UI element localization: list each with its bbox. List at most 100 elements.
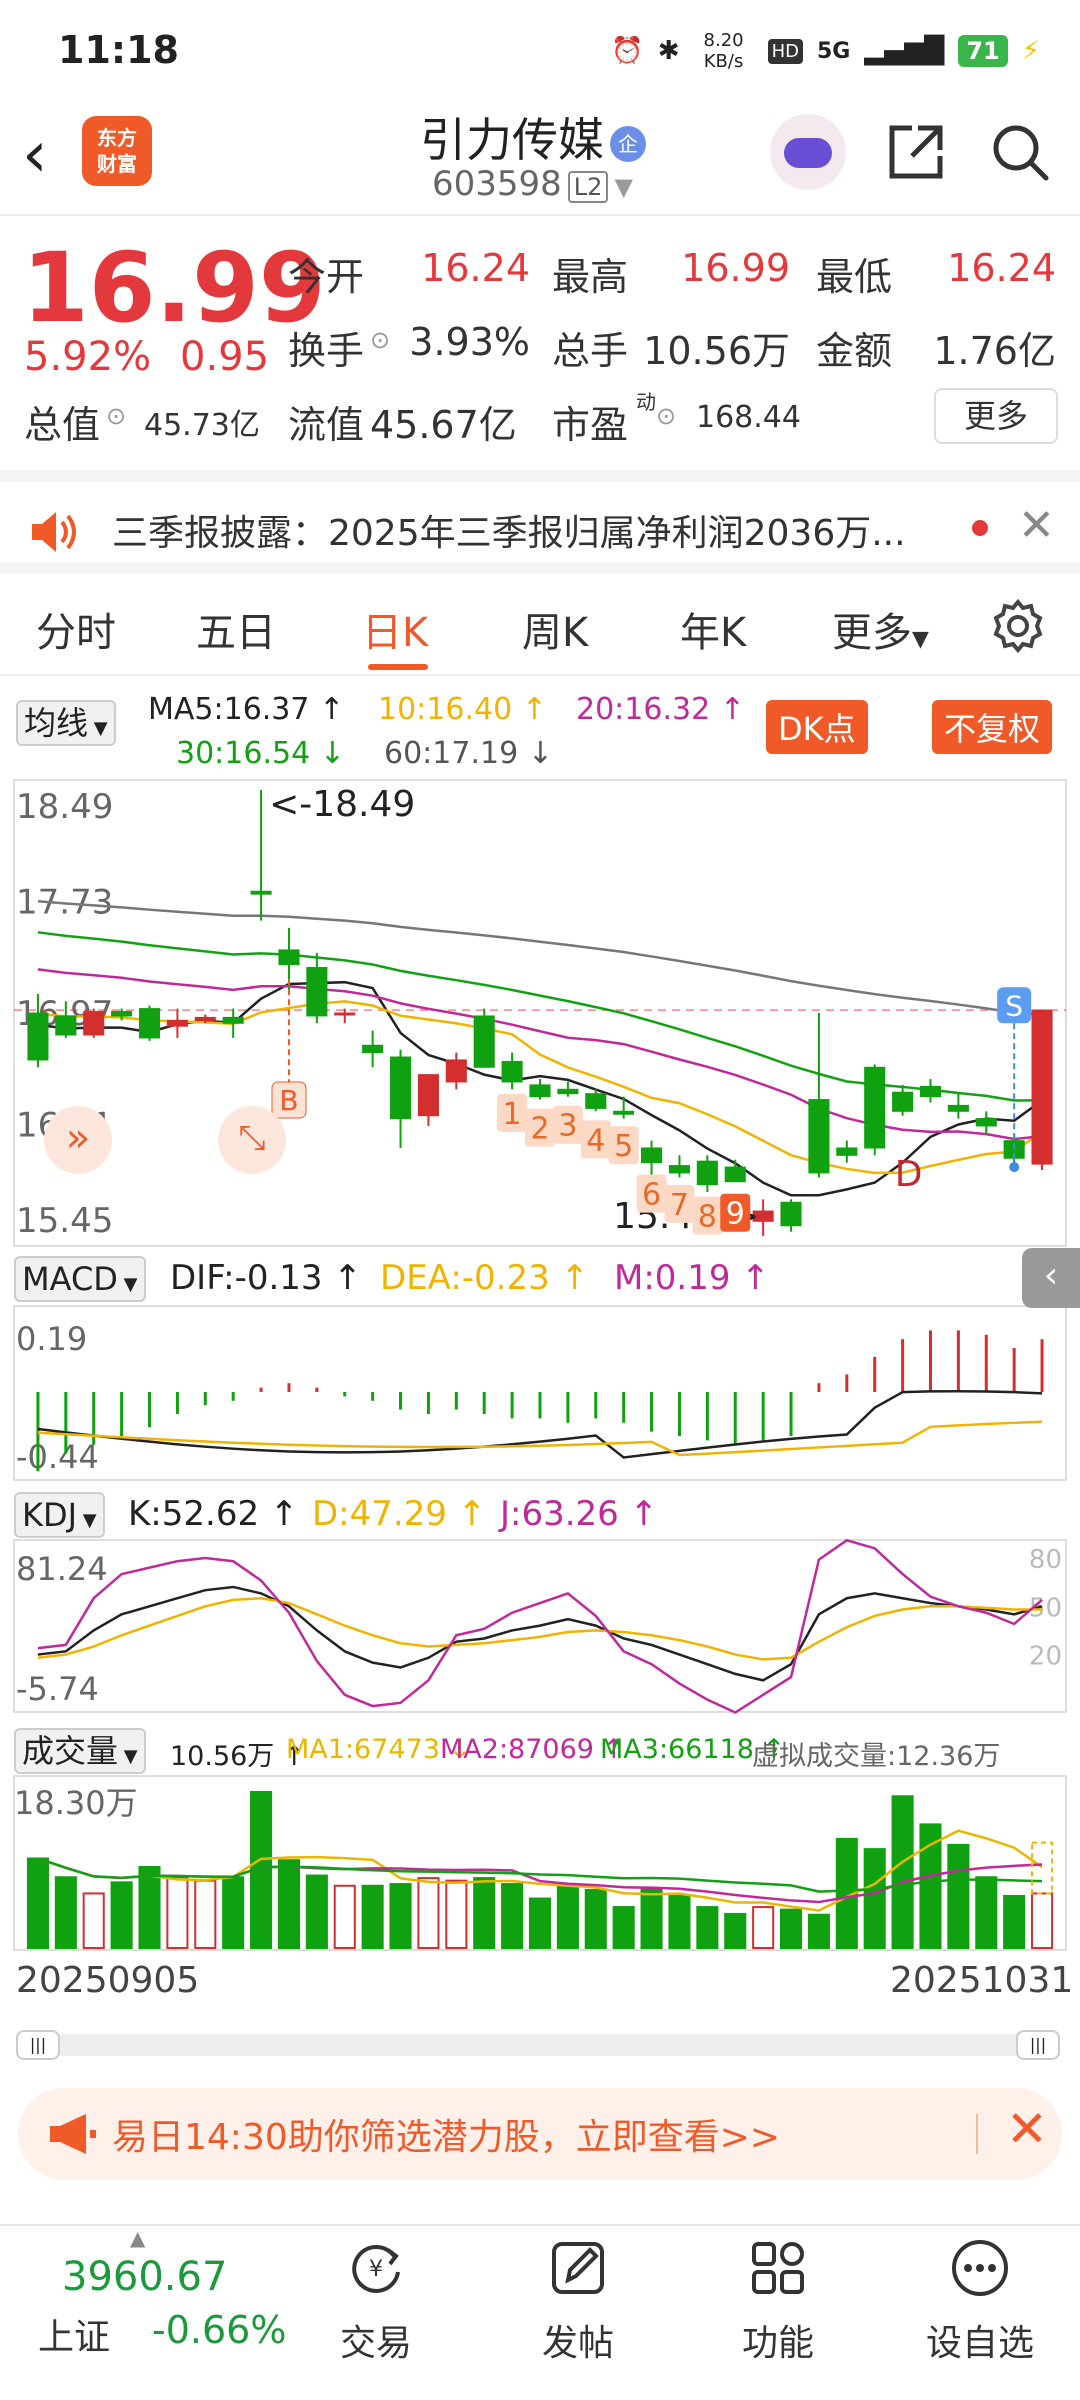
volume-bar — [584, 1889, 607, 1950]
macd-axis-top: 0.19 — [16, 1320, 87, 1358]
candle-body — [389, 1056, 412, 1120]
nav-post-label: 发帖 — [541, 2323, 614, 2364]
kdj-axis-top: 81.24 — [16, 1550, 108, 1588]
status-bar: 11:18 ⏰ ✱ 8.20 KB/s HD 5G ▂▄▆█ 71 ⚡ — [0, 0, 1080, 96]
range-handle-right[interactable]: ||| — [1016, 2030, 1060, 2060]
candle-body — [724, 1166, 746, 1183]
amount-label: 金额 — [816, 329, 893, 373]
enterprise-badge: 企 — [610, 125, 646, 162]
promo-divider — [976, 2114, 978, 2154]
volume-bar — [110, 1881, 133, 1949]
speaker-icon — [32, 512, 76, 552]
candle-body — [222, 1016, 244, 1024]
candle-body — [445, 1059, 467, 1083]
tab-daily-k[interactable]: 日K — [362, 600, 428, 658]
tab-intraday[interactable]: 分时 — [36, 600, 116, 658]
info-icon[interactable]: ⊙ — [370, 326, 390, 354]
volume-selector[interactable]: 成交量 ▼ — [14, 1728, 146, 1774]
virtual-volume-box — [1031, 1841, 1054, 1895]
turnover-value: 3.93% — [409, 320, 530, 364]
gear-icon[interactable] — [990, 598, 1046, 654]
volume-bar — [361, 1884, 384, 1950]
volume-ma3-line — [37, 1857, 1043, 1893]
index-value[interactable]: 3960.67 — [62, 2254, 227, 2300]
tab-more[interactable]: 更多▼ — [832, 600, 929, 658]
nav-watchlist-label: 设自选 — [925, 2323, 1034, 2364]
td-count-label: 6 — [642, 1178, 661, 1213]
edit-icon — [552, 2242, 604, 2294]
side-panel-toggle[interactable]: ‹ — [1022, 1248, 1080, 1308]
float-cap-value: 45.67亿 — [370, 403, 517, 447]
turnover-label: 换手 — [288, 329, 365, 373]
promo-banner[interactable]: 易日14:30助你筛选潜力股，立即查看>> ✕ — [18, 2088, 1062, 2180]
candle-body — [1031, 1009, 1053, 1165]
volume-bar — [389, 1883, 412, 1949]
volume-bar — [333, 1884, 356, 1950]
search-icon[interactable] — [988, 120, 1052, 184]
kdj-selector-label: KDJ — [22, 1496, 78, 1534]
volume-bar — [947, 1843, 970, 1949]
amount-value: 1.76亿 — [933, 329, 1056, 373]
expand-sidebar-button[interactable]: » — [44, 1106, 112, 1174]
volume-bar — [166, 1876, 189, 1949]
assistant-robot-icon[interactable] — [770, 114, 846, 190]
level-badge: L2 — [567, 171, 609, 203]
back-icon[interactable]: ‹ — [22, 118, 48, 192]
stock-name[interactable]: 引力传媒企 — [420, 104, 646, 170]
nav-functions[interactable]: 功能 — [718, 2236, 838, 2366]
tab-weekly-k[interactable]: 周K — [522, 600, 588, 658]
caret-down-icon: ▼ — [117, 1274, 138, 1295]
more-button[interactable]: 更多 — [934, 388, 1058, 444]
volume-bar — [277, 1859, 301, 1950]
buy-signal-label: B — [279, 1084, 298, 1117]
volume-bar — [473, 1877, 496, 1950]
megaphone-icon — [50, 2114, 96, 2154]
svg-text:¥: ¥ — [369, 2257, 383, 2282]
range-handle-left[interactable]: ||| — [16, 2030, 60, 2060]
info-icon[interactable]: ⊙ — [106, 402, 126, 430]
trade-icon: ¥ — [352, 2245, 400, 2293]
fullscreen-button[interactable]: ⤡ — [218, 1106, 286, 1174]
macd-selector[interactable]: MACD ▼ — [14, 1256, 146, 1302]
d-signal-label: D — [895, 1154, 923, 1195]
ma60-line — [37, 900, 1043, 1016]
volume-bar — [668, 1894, 691, 1950]
pe-sup: 动 — [636, 390, 656, 414]
volume-bar — [194, 1879, 217, 1950]
info-icon[interactable]: ⊙ — [656, 402, 676, 430]
kdj-selector[interactable]: KDJ ▼ — [14, 1492, 105, 1538]
pe-label: 市盈 — [552, 403, 629, 447]
nav-trade[interactable]: ¥ 交易 — [316, 2236, 436, 2366]
nav-trade-label: 交易 — [339, 2323, 412, 2364]
volume-bar — [1003, 1895, 1026, 1949]
signal-icon: ▂▄▆█ — [864, 36, 945, 66]
stock-code[interactable]: 603598 L2 ▼ — [432, 164, 633, 204]
td-count-label: 8 — [698, 1200, 717, 1235]
volume-label: 总手 — [552, 329, 629, 373]
news-text: 三季报披露：2025年三季报归属净利润2036万... — [112, 513, 906, 554]
tab-yearly-k[interactable]: 年K — [680, 600, 746, 658]
battery-indicator: 71 — [958, 35, 1008, 67]
candle-body — [696, 1160, 718, 1186]
kdj-ref-level: 20 — [1029, 1642, 1062, 1672]
net-speed: 8.20 KB/s — [703, 30, 744, 72]
share-icon[interactable] — [884, 120, 948, 184]
range-scrollbar[interactable]: ||| ||| — [16, 2030, 1060, 2060]
current-price: 16.99 — [22, 232, 326, 344]
volume-bar — [779, 1908, 803, 1950]
candle-body — [864, 1066, 886, 1149]
close-icon[interactable]: ✕ — [1006, 2100, 1048, 2158]
tab-five-day[interactable]: 五日 — [196, 600, 276, 658]
candle-body — [362, 1044, 384, 1054]
nav-post[interactable]: 发帖 — [518, 2236, 638, 2366]
pe-value: 168.44 — [696, 400, 801, 435]
nav-functions-label: 功能 — [741, 2323, 814, 2364]
close-icon[interactable]: ✕ — [1018, 500, 1055, 551]
chevron-up-icon[interactable]: ▲ — [130, 2226, 145, 2250]
nav-watchlist[interactable]: 设自选 — [920, 2236, 1040, 2366]
macd-dea: DEA:-0.23 ↑ — [380, 1258, 590, 1298]
news-banner[interactable]: 三季报披露：2025年三季报归属净利润2036万... ✕ — [0, 470, 1080, 574]
app-logo[interactable]: 东方财富 — [82, 116, 152, 186]
candle-body — [250, 890, 272, 895]
volume-value: 10.56万 — [643, 329, 790, 373]
